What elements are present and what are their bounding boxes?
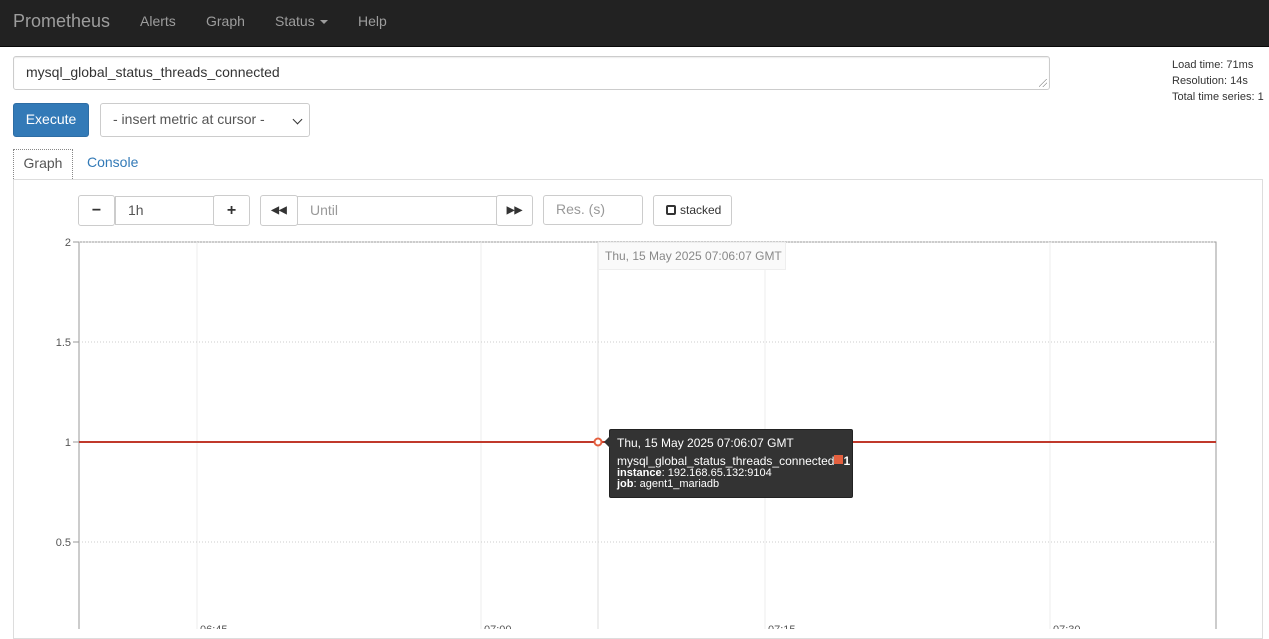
increase-range-button[interactable]: + [213, 195, 250, 226]
rewind-icon: ◀◀ [271, 205, 287, 216]
nav-graph[interactable]: Graph [206, 13, 245, 29]
range-input[interactable]: 1h [115, 196, 214, 225]
hover-time-label: Thu, 15 May 2025 07:06:07 GMT [598, 242, 786, 270]
resolution: Resolution: 14s [1172, 75, 1248, 87]
nav-alerts[interactable]: Alerts [140, 13, 176, 29]
query-stats: Load time: 71ms Resolution: 14s Total ti… [1172, 57, 1264, 105]
step-back-button[interactable]: ◀◀ [260, 195, 298, 226]
stacked-label: stacked [680, 203, 722, 217]
tooltip-time: Thu, 15 May 2025 07:06:07 GMT [617, 436, 794, 450]
until-input[interactable]: Until [297, 196, 497, 225]
expression-input[interactable]: mysql_global_status_threads_connected [13, 56, 1050, 90]
chevron-down-icon [292, 114, 303, 125]
brand-link[interactable]: Prometheus [13, 11, 110, 32]
expression-text: mysql_global_status_threads_connected [26, 64, 280, 80]
checkbox-icon [666, 205, 676, 215]
navbar: Prometheus Alerts Graph Status Help [0, 0, 1269, 47]
nav-help[interactable]: Help [358, 13, 387, 29]
resolution-placeholder: Res. (s) [556, 201, 605, 217]
caret-down-icon [319, 20, 328, 25]
step-forward-button[interactable]: ▶▶ [496, 195, 533, 226]
resolution-input[interactable]: Res. (s) [543, 195, 643, 225]
job-key: job [617, 478, 634, 490]
fast-forward-icon: ▶▶ [506, 205, 523, 216]
tooltip-series-name: mysql_global_status_threads_connected [617, 454, 835, 468]
total-time-series: Total time series: 1 [1172, 91, 1264, 103]
load-time: Load time: 71ms [1172, 59, 1254, 71]
tooltip-job: job: agent1_mariadb [617, 478, 720, 490]
series-tooltip: Thu, 15 May 2025 07:06:07 GMT mysql_glob… [604, 429, 853, 498]
job-value: agent1_mariadb [639, 478, 720, 490]
insert-metric-select[interactable]: - insert metric at cursor - [100, 103, 310, 137]
decrease-range-button[interactable]: − [78, 195, 115, 226]
tab-console[interactable]: Console [87, 154, 138, 170]
stacked-toggle[interactable]: stacked [653, 195, 732, 226]
execute-button[interactable]: Execute [13, 103, 89, 137]
insert-metric-label: - insert metric at cursor - [113, 111, 265, 127]
nav-status[interactable]: Status [275, 13, 328, 29]
tooltip-value: 1 [843, 454, 851, 468]
until-placeholder: Until [310, 202, 339, 218]
tooltip-series: mysql_global_status_threads_connected 1 [617, 454, 850, 468]
resize-grip-icon[interactable] [1039, 79, 1047, 87]
nav-status-label: Status [275, 13, 315, 29]
tab-graph[interactable]: Graph [13, 149, 73, 179]
